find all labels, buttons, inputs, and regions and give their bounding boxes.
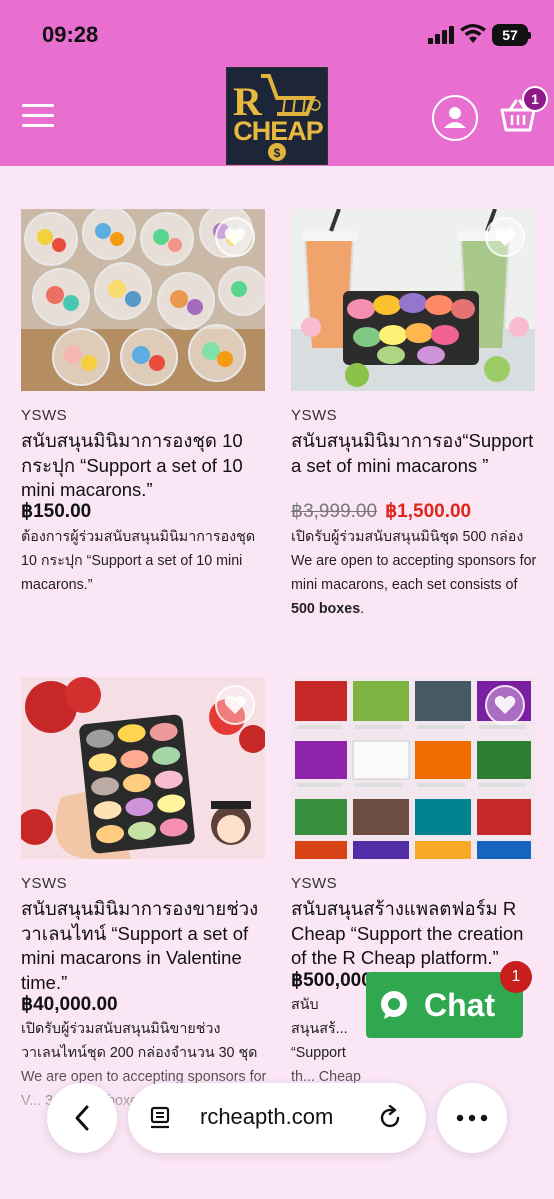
reader-mode-icon[interactable]	[148, 1105, 174, 1131]
product-price: ฿150.00	[21, 501, 92, 522]
chat-button[interactable]: Chat	[366, 972, 523, 1038]
wifi-icon	[460, 24, 486, 43]
product-description: เปิดรับผู้ร่วมสนับสนุนมินิชุด 500 กล่อง …	[291, 529, 537, 617]
wishlist-button[interactable]	[215, 217, 255, 257]
chevron-left-icon	[75, 1105, 89, 1131]
svg-text:$: $	[274, 146, 281, 160]
wishlist-button[interactable]	[215, 685, 255, 725]
reload-icon[interactable]	[378, 1105, 404, 1131]
chat-unread-badge: 1	[500, 961, 532, 993]
status-time: 09:28	[42, 22, 99, 47]
back-button[interactable]	[47, 1083, 117, 1153]
product-vendor: YSWS	[21, 407, 68, 424]
heart-icon	[224, 227, 246, 246]
ellipsis-icon	[456, 1114, 488, 1122]
product-vendor: YSWS	[291, 875, 338, 892]
original-price: ฿3,999.00	[291, 501, 378, 522]
user-icon	[444, 107, 466, 128]
more-options-button[interactable]	[437, 1083, 507, 1153]
address-bar[interactable]: rcheapth.com	[128, 1083, 426, 1153]
logo-word: CHEAP	[233, 116, 324, 146]
heart-icon	[494, 695, 516, 714]
product-title[interactable]: สนับสนุนสร้างแพลตฟอร์ม R Cheap “Support …	[291, 897, 535, 971]
product-card: YSWS สนับสนุนมินิมาการองชุด 10 กระปุก “S…	[21, 209, 265, 609]
site-logo[interactable]: $ R CHEAP	[226, 67, 328, 165]
product-image[interactable]	[21, 677, 265, 859]
wishlist-button[interactable]	[485, 685, 525, 725]
wishlist-button[interactable]	[485, 217, 525, 257]
account-button[interactable]	[432, 95, 478, 141]
product-price: ฿500,000	[291, 970, 372, 991]
product-vendor: YSWS	[21, 875, 68, 892]
product-description: ต้องการผู้ร่วมสนับสนุนมินิมาการองชุด 10 …	[21, 529, 256, 593]
product-title[interactable]: สนับสนุนมินิมาการอง“Support a set of min…	[291, 429, 535, 478]
cellular-signal-icon	[428, 26, 454, 44]
status-bar: 09:28 57	[0, 0, 554, 64]
product-price: ฿40,000.00	[21, 994, 118, 1015]
heart-icon	[224, 695, 246, 714]
battery-icon: 57	[492, 24, 531, 46]
url-text[interactable]: rcheapth.com	[200, 1104, 333, 1130]
product-image[interactable]	[21, 209, 265, 391]
sale-price: ฿1,500.00	[385, 501, 472, 522]
product-price: ฿3,999.00 ฿1,500.00	[291, 500, 471, 523]
chat-bubble-icon	[381, 991, 407, 1019]
cart-count-badge: 1	[522, 86, 548, 112]
menu-button[interactable]	[22, 104, 54, 130]
product-image[interactable]	[291, 209, 535, 391]
product-card: YSWS สนับสนุนมินิมาการอง“Support a set o…	[291, 209, 536, 629]
product-title[interactable]: สนับสนุนมินิมาการองขายช่วงวาเลนไทน์ “Sup…	[21, 897, 265, 995]
heart-icon	[494, 227, 516, 246]
product-title[interactable]: สนับสนุนมินิมาการองชุด 10 กระปุก “Suppor…	[21, 429, 265, 503]
product-vendor: YSWS	[291, 407, 338, 424]
chat-label: Chat	[424, 986, 496, 1023]
product-image[interactable]	[291, 677, 535, 859]
